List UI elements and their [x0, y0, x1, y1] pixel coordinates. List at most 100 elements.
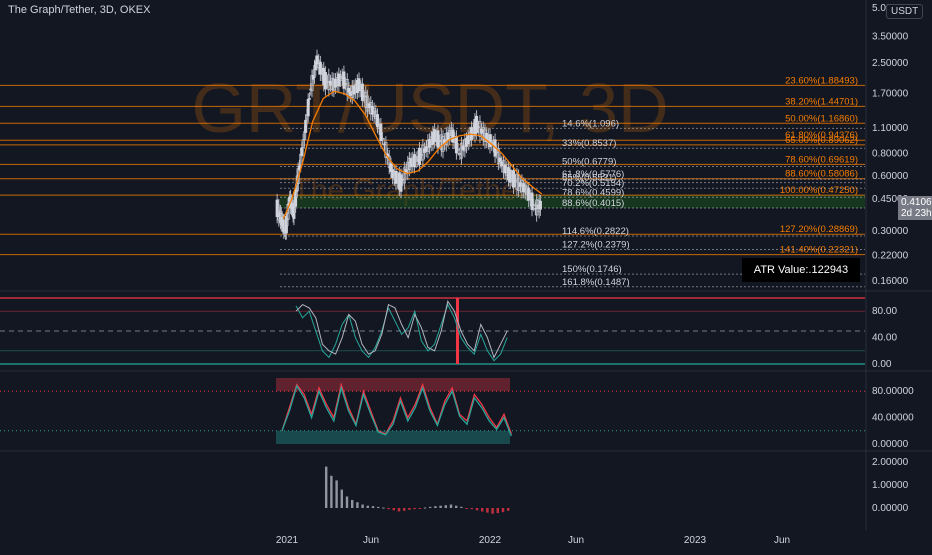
- histogram-bar: [496, 508, 499, 514]
- histogram-bar: [507, 508, 510, 511]
- histogram-bar: [434, 506, 437, 508]
- histogram-bar: [371, 506, 375, 508]
- histogram-bar: [382, 507, 385, 509]
- price-tick-label: 2.50000: [872, 58, 909, 69]
- candle-body: [334, 78, 338, 88]
- candle-body: [461, 145, 465, 151]
- fib-level-label: 141.40%(0.22321): [780, 245, 858, 256]
- candle-body: [349, 91, 353, 96]
- fib-level-label: 100.00%(0.47250): [780, 185, 858, 196]
- candle-body: [500, 161, 504, 167]
- symbol-title[interactable]: The Graph/Tether, 3D, OKEX: [8, 4, 150, 16]
- candle-body: [328, 80, 332, 86]
- candle-body: [412, 154, 416, 168]
- candle-body: [466, 135, 470, 145]
- currency-badge[interactable]: USDT: [886, 4, 924, 19]
- histogram-bar: [345, 496, 349, 508]
- hist-tick-label: 2.00000: [872, 457, 909, 468]
- histogram-bar: [351, 499, 354, 508]
- fib-mid-label: 88.6%(0.4015): [562, 198, 624, 209]
- overbought-zone: [276, 378, 510, 392]
- histogram-bar: [361, 504, 364, 508]
- fib-mid-label: 14.6%(1.096): [562, 118, 619, 129]
- fib-mid-label: 50%(0.6779): [562, 156, 616, 167]
- fib-level-label: 65.00%(0.89062): [785, 135, 858, 146]
- candle-body: [530, 192, 534, 210]
- candle-body: [518, 182, 522, 187]
- candle-body: [498, 157, 502, 163]
- histogram-bar: [429, 506, 432, 508]
- time-tick-label: Jun: [363, 535, 379, 546]
- histogram-bar: [408, 508, 411, 510]
- histogram-bar: [330, 475, 333, 508]
- histogram-bar: [455, 505, 458, 508]
- histogram-bar: [423, 507, 427, 509]
- histogram-bar: [449, 504, 453, 508]
- fib-mid-label: 127.2%(0.2379): [562, 240, 630, 251]
- candle-body: [527, 187, 531, 201]
- histogram-bar: [501, 508, 505, 513]
- histogram-bar: [340, 489, 343, 508]
- price-tick-label: 3.50000: [872, 31, 909, 42]
- histogram-bar: [325, 466, 328, 508]
- histogram-bar: [491, 508, 494, 514]
- candle-body: [454, 136, 458, 154]
- fib-level-label: 50.00%(1.16860): [785, 113, 858, 124]
- osc-tick-label: 80.00: [872, 306, 897, 317]
- candle-body: [512, 170, 516, 188]
- fib-level-label: 88.60%(0.58086): [785, 169, 858, 180]
- stochastic-series-line: [281, 384, 513, 437]
- candle-body: [436, 130, 440, 148]
- candle-body: [508, 169, 512, 183]
- candle-body: [318, 61, 322, 75]
- oversold-zone: [276, 430, 510, 444]
- candle-body: [428, 139, 432, 148]
- histogram-bar: [387, 508, 390, 510]
- candle-body: [370, 105, 374, 115]
- stoch-tick-label: 0.00000: [872, 439, 909, 450]
- countdown-value: 2d 23h: [901, 208, 932, 219]
- candle-body: [342, 71, 346, 89]
- histogram-bar: [366, 505, 369, 508]
- time-tick-label: 2023: [684, 535, 707, 546]
- fib-mid-label: 150%(0.1746): [562, 264, 622, 275]
- histogram-bar: [470, 508, 473, 510]
- price-tick-label: 0.30000: [872, 226, 909, 237]
- price-tick-label: 0.22000: [872, 251, 909, 262]
- histogram-bar: [418, 508, 421, 509]
- time-tick-label: 2021: [276, 535, 299, 546]
- candle-body: [503, 164, 507, 174]
- hist-tick-label: 0.00000: [872, 503, 909, 514]
- candle-body: [352, 85, 356, 95]
- fib-mid-label: 78.6%(0.4599): [562, 187, 624, 198]
- time-tick-label: Jun: [568, 535, 584, 546]
- candle-body: [424, 146, 428, 151]
- candle-body: [367, 103, 371, 109]
- fib-mid-label: 161.8%(0.1487): [562, 277, 630, 288]
- fib-mid-label: 33%(0.8537): [562, 138, 616, 149]
- histogram-bar: [460, 506, 463, 508]
- fib-level-label: 78.60%(0.69619): [785, 154, 858, 165]
- histogram-bar: [356, 502, 359, 508]
- histogram-bar: [392, 508, 395, 511]
- candle-body: [323, 72, 327, 90]
- hist-tick-label: 1.00000: [872, 480, 909, 491]
- candle-body: [451, 129, 455, 143]
- stoch-tick-label: 40.00000: [872, 413, 914, 424]
- last-price-value: 0.41060: [901, 197, 932, 208]
- histogram-bar: [465, 508, 468, 509]
- price-tick-label: 1.70000: [872, 89, 909, 100]
- histogram-bar: [444, 505, 447, 508]
- candle-body: [357, 78, 361, 92]
- oscillator-series-line: [295, 303, 508, 362]
- candle-body: [337, 73, 341, 87]
- stoch-tick-label: 80.00000: [872, 386, 914, 397]
- histogram-bar: [397, 508, 401, 512]
- fib-level-label: 23.60%(1.88493): [785, 75, 858, 86]
- price-tick-label: 0.80000: [872, 148, 909, 159]
- candle-body: [522, 183, 526, 192]
- candle-body: [375, 114, 379, 128]
- stochastic-series-line: [281, 382, 513, 435]
- last-price-tag: 0.41060 2d 23h: [898, 196, 932, 220]
- price-tick-label: 1.10000: [872, 123, 909, 134]
